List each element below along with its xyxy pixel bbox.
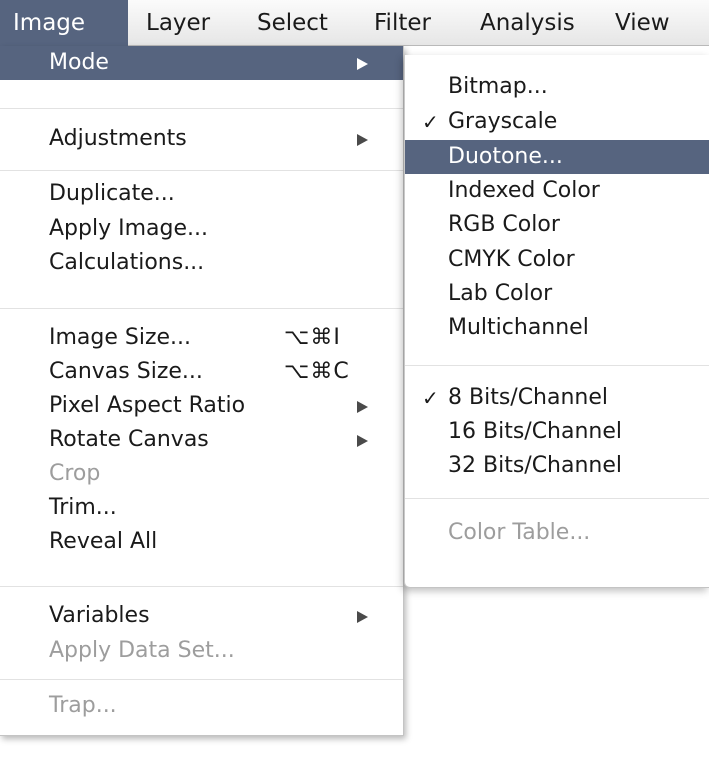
menu-item-image-size[interactable]: Image Size... ⌥⌘I xyxy=(0,321,403,355)
menu-item-label: 32 Bits/Channel xyxy=(448,453,623,478)
menu-item-label: Apply Data Set... xyxy=(49,638,235,663)
menu-separator xyxy=(405,498,709,499)
menu-item-label: Adjustments xyxy=(49,126,187,151)
image-menu: Mode Adjustments Duplicate... Apply Imag… xyxy=(0,46,404,736)
menu-item-label: Apply Image... xyxy=(49,216,208,241)
menu-item-canvas-size[interactable]: Canvas Size... ⌥⌘C xyxy=(0,355,403,389)
menu-item-label: Variables xyxy=(49,603,150,628)
menu-item-label: Rotate Canvas xyxy=(49,427,209,452)
menu-item-label: Mode xyxy=(49,50,109,75)
menu-item-label: Image Size... xyxy=(49,325,192,350)
menu-separator xyxy=(405,365,709,366)
menu-item-label: Lab Color xyxy=(448,281,553,306)
submenu-item-grayscale[interactable]: ✓ Grayscale xyxy=(405,105,709,139)
menu-item-label: Duotone... xyxy=(448,144,563,169)
menu-separator xyxy=(0,308,403,309)
menubar-image[interactable]: Image xyxy=(0,0,128,46)
keyboard-shortcut: ⌥⌘I xyxy=(284,325,341,350)
submenu-item-color-table: Color Table... xyxy=(405,516,709,550)
menu-item-label: Calculations... xyxy=(49,250,205,275)
menu-item-calculations[interactable]: Calculations... xyxy=(0,246,403,280)
submenu-arrow-icon xyxy=(357,58,368,70)
submenu-arrow-icon xyxy=(357,134,368,146)
submenu-arrow-icon xyxy=(357,401,368,413)
submenu-item-rgb-color[interactable]: RGB Color xyxy=(405,208,709,242)
submenu-item-indexed-color[interactable]: Indexed Color xyxy=(405,174,709,208)
menu-item-apply-data-set: Apply Data Set... xyxy=(0,634,403,668)
submenu-item-8-bits[interactable]: ✓ 8 Bits/Channel xyxy=(405,381,709,415)
menubar-layer[interactable]: Layer xyxy=(133,0,223,46)
menu-item-label: Duplicate... xyxy=(49,181,175,206)
menubar-filter[interactable]: Filter xyxy=(361,0,444,46)
menu-item-label: Pixel Aspect Ratio xyxy=(49,393,246,418)
submenu-item-lab-color[interactable]: Lab Color xyxy=(405,277,709,311)
menu-item-apply-image[interactable]: Apply Image... xyxy=(0,212,403,246)
submenu-arrow-icon xyxy=(357,611,368,623)
submenu-item-multichannel[interactable]: Multichannel xyxy=(405,311,709,345)
menu-item-label: Trim... xyxy=(49,495,117,520)
mode-submenu: Bitmap... ✓ Grayscale Duotone... Indexed… xyxy=(404,55,709,588)
menu-item-label: Indexed Color xyxy=(448,178,600,203)
submenu-item-16-bits[interactable]: 16 Bits/Channel xyxy=(405,415,709,449)
menu-item-variables[interactable]: Variables xyxy=(0,599,403,633)
menu-separator xyxy=(0,170,403,171)
menu-item-rotate-canvas[interactable]: Rotate Canvas xyxy=(0,423,403,457)
menu-item-adjustments[interactable]: Adjustments xyxy=(0,122,403,156)
submenu-item-bitmap[interactable]: Bitmap... xyxy=(405,70,709,104)
menu-item-pixel-aspect-ratio[interactable]: Pixel Aspect Ratio xyxy=(0,389,403,423)
menu-item-label: Grayscale xyxy=(448,109,558,134)
submenu-arrow-icon xyxy=(357,435,368,447)
menu-item-crop: Crop xyxy=(0,457,403,491)
menubar-analysis[interactable]: Analysis xyxy=(467,0,588,46)
checkmark-icon: ✓ xyxy=(422,110,439,134)
menu-item-label: Crop xyxy=(49,461,101,486)
menu-item-duplicate[interactable]: Duplicate... xyxy=(0,177,403,211)
menu-item-label: Bitmap... xyxy=(448,74,548,99)
menu-item-label: 16 Bits/Channel xyxy=(448,419,623,444)
menu-separator xyxy=(0,679,403,680)
menu-item-mode[interactable]: Mode xyxy=(0,46,403,80)
menu-item-trap: Trap... xyxy=(0,689,403,723)
keyboard-shortcut: ⌥⌘C xyxy=(284,359,350,384)
menubar-select[interactable]: Select xyxy=(244,0,341,46)
checkmark-icon: ✓ xyxy=(422,386,439,410)
menu-item-trim[interactable]: Trim... xyxy=(0,491,403,525)
menu-item-label: Reveal All xyxy=(49,529,158,554)
menu-item-label: 8 Bits/Channel xyxy=(448,385,609,410)
menu-item-label: Color Table... xyxy=(448,520,591,545)
menu-item-reveal-all[interactable]: Reveal All xyxy=(0,525,403,559)
menubar-view[interactable]: View xyxy=(602,0,683,46)
menu-item-label: RGB Color xyxy=(448,212,560,237)
menu-bar: Image Layer Select Filter Analysis View xyxy=(0,0,709,46)
submenu-item-cmyk-color[interactable]: CMYK Color xyxy=(405,243,709,277)
menu-separator xyxy=(0,108,403,109)
menu-separator xyxy=(0,586,403,587)
submenu-item-duotone[interactable]: Duotone... xyxy=(405,140,709,174)
menu-item-label: Trap... xyxy=(49,693,117,718)
submenu-item-32-bits[interactable]: 32 Bits/Channel xyxy=(405,449,709,483)
menu-item-label: CMYK Color xyxy=(448,247,575,272)
menu-item-label: Multichannel xyxy=(448,315,589,340)
menu-item-label: Canvas Size... xyxy=(49,359,203,384)
